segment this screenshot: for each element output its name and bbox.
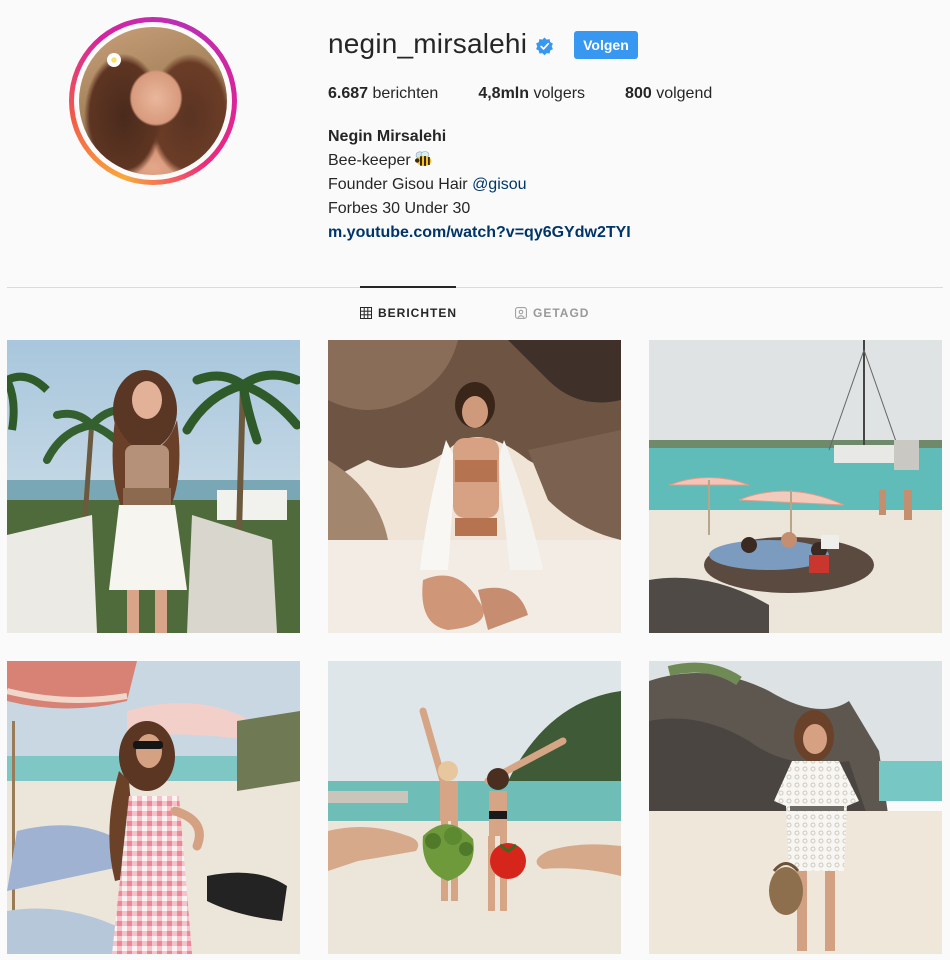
- post-thumbnail[interactable]: [649, 340, 942, 633]
- followers-count: 4,8mln: [478, 85, 530, 102]
- stat-followers[interactable]: 4,8mln volgers: [478, 85, 585, 103]
- tab-berichten[interactable]: BERICHTEN: [360, 306, 457, 320]
- username-row: negin_mirsalehi Volgen: [328, 28, 638, 60]
- avatar-image: [79, 27, 227, 175]
- posts-label: berichten: [372, 85, 439, 102]
- post-thumbnail[interactable]: [7, 340, 300, 633]
- bio-line-beekeeper: Bee-keeper: [328, 149, 631, 173]
- following-count: 800: [625, 85, 652, 102]
- stat-posts: 6.687 berichten: [328, 85, 438, 103]
- profile-stats: 6.687 berichten 4,8mln volgers 800 volge…: [328, 85, 752, 103]
- username: negin_mirsalehi: [328, 28, 528, 59]
- post-thumbnail[interactable]: [328, 340, 621, 633]
- bio-line-forbes: Forbes 30 Under 30: [328, 200, 471, 217]
- profile-avatar[interactable]: [69, 17, 237, 185]
- following-label: volgend: [656, 85, 713, 102]
- grid-icon: [360, 307, 372, 319]
- post-thumbnail[interactable]: [328, 661, 621, 954]
- profile-tabs: BERICHTEN GETAGD: [0, 306, 950, 322]
- follow-button[interactable]: Volgen: [574, 31, 638, 59]
- followers-label: volgers: [533, 85, 586, 102]
- tab-getagd-label: GETAGD: [533, 306, 590, 320]
- post-thumbnail[interactable]: [649, 661, 942, 954]
- bio-line-founder: Founder Gisou Hair @gisou: [328, 173, 631, 197]
- tabs-divider: [7, 287, 943, 288]
- bio-beekeeper-text: Bee-keeper: [328, 152, 411, 169]
- tagged-icon: [515, 307, 527, 319]
- bio-mention-link[interactable]: @gisou: [472, 176, 527, 193]
- posts-count: 6.687: [328, 85, 369, 102]
- tab-getagd[interactable]: GETAGD: [515, 306, 589, 320]
- profile-bio: Negin Mirsalehi Bee-keeper Founder Gisou…: [328, 125, 631, 245]
- avatar-border: [74, 22, 232, 180]
- stat-following[interactable]: 800 volgend: [625, 85, 712, 103]
- bio-full-name: Negin Mirsalehi: [328, 128, 447, 145]
- bio-founder-text: Founder Gisou Hair: [328, 176, 473, 193]
- active-tab-indicator: [360, 286, 456, 288]
- bee-emoji-icon: [414, 151, 434, 167]
- verified-badge-icon: [535, 36, 554, 56]
- post-thumbnail[interactable]: [7, 661, 300, 954]
- tab-berichten-label: BERICHTEN: [378, 306, 458, 320]
- bio-external-link[interactable]: m.youtube.com/watch?v=qy6GYdw2TYI: [328, 224, 631, 241]
